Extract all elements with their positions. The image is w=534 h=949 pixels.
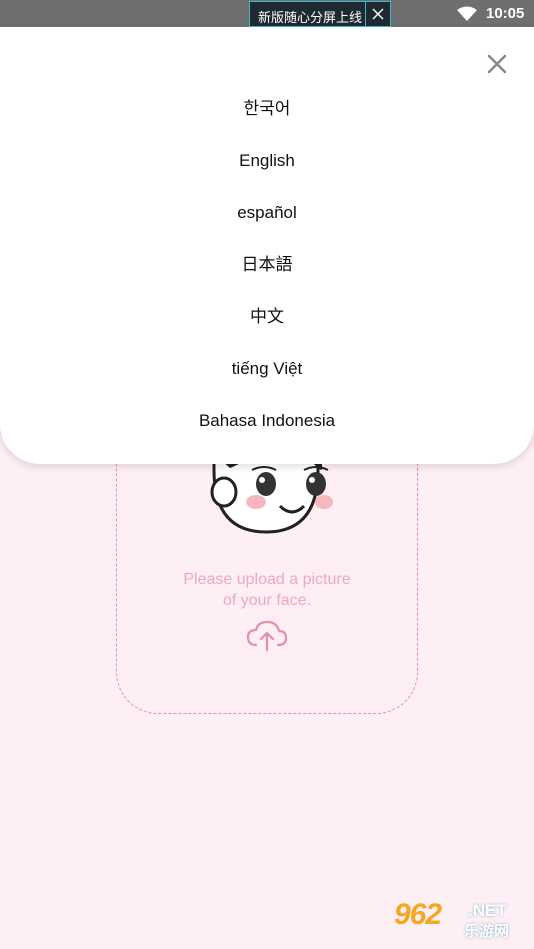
upload-text-line1: Please upload a picture <box>183 571 351 588</box>
watermark-net: .NET <box>468 901 507 920</box>
language-option-chinese[interactable]: 中文 <box>0 291 534 343</box>
notice-divider <box>365 2 366 26</box>
close-icon[interactable] <box>484 51 510 77</box>
close-icon[interactable] <box>367 2 390 26</box>
status-bar: 新版随心分屏上线 10:05 <box>0 0 534 27</box>
notice-text: 新版随心分屏上线 <box>258 10 363 25</box>
site-watermark: 962 .NET 乐游网 <box>394 898 530 944</box>
wifi-icon <box>457 6 477 21</box>
language-option-japanese[interactable]: 日本語 <box>0 239 534 291</box>
language-list: 한국어 English español 日本語 中文 tiếng Việt Ba… <box>0 83 534 447</box>
watermark-logo: 962 <box>394 898 442 931</box>
split-screen-notice[interactable]: 新版随心分屏上线 <box>249 1 391 27</box>
language-option-indonesian[interactable]: Bahasa Indonesia <box>0 395 534 447</box>
language-option-spanish[interactable]: español <box>0 187 534 239</box>
language-option-vietnamese[interactable]: tiếng Việt <box>0 343 534 395</box>
upload-instructions: Please upload a picture of your face. <box>116 569 418 611</box>
language-option-english[interactable]: English <box>0 135 534 187</box>
upload-text-line2: of your face. <box>222 592 312 609</box>
clock: 10:05 <box>486 5 525 22</box>
cloud-upload-icon[interactable] <box>246 619 288 653</box>
language-selection-sheet: 한국어 English español 日本語 中文 tiếng Việt Ba… <box>0 27 534 464</box>
language-option-korean[interactable]: 한국어 <box>0 83 534 135</box>
watermark-site-name: 乐游网 <box>464 923 510 940</box>
